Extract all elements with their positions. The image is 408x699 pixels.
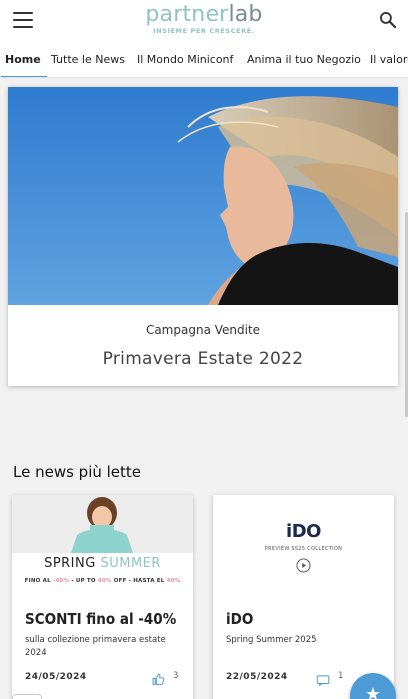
promo-banner: SPRING SUMMER FINO AL -40% - UP TO 40% O…	[12, 553, 193, 597]
tab-mondo-miniconf[interactable]: Il Mondo Miniconf	[137, 42, 233, 77]
news-title: iDO	[226, 610, 254, 628]
like-count: 3	[173, 671, 179, 681]
hero-title: Primavera Estate 2022	[102, 349, 304, 369]
app-header: partnerlab INSIEME PER CRESCERE.	[0, 0, 408, 42]
thumbs-up-icon[interactable]	[152, 673, 165, 686]
scroll-top-tab[interactable]	[12, 694, 42, 699]
comment-count: 1	[338, 671, 344, 681]
news-image: SPRING SUMMER FINO AL -40% - UP TO 40% O…	[12, 495, 193, 597]
hero-subtitle: Campagna Vendite	[145, 323, 261, 337]
star-icon: ★	[364, 684, 382, 699]
news-description: Spring Summer 2025	[226, 635, 317, 645]
tab-home[interactable]: Home	[1, 42, 47, 77]
menu-icon[interactable]	[13, 12, 33, 28]
search-icon[interactable]	[378, 10, 398, 30]
tab-il-valore[interactable]: Il valore	[370, 42, 408, 77]
category-tabs: Home Tutte le News Il Mondo Miniconf Ani…	[0, 42, 408, 78]
comment-icon[interactable]	[316, 675, 330, 686]
news-image: iDO PREVIEW SS25 COLLECTION	[213, 495, 394, 597]
news-title: SCONTI fino al -40%	[25, 610, 177, 628]
ido-logo: iDO	[286, 521, 321, 542]
news-description: sulla collezione primavera estate 2024	[25, 635, 166, 658]
play-icon[interactable]	[296, 558, 311, 573]
tab-tutte-le-news[interactable]: Tutte le News	[51, 42, 125, 77]
news-date: 24/05/2024	[25, 672, 87, 682]
news-card[interactable]: iDO PREVIEW SS25 COLLECTION iDO Spring S…	[213, 495, 394, 699]
hero-image	[8, 87, 398, 305]
tab-anima-negozio[interactable]: Anima il tuo Negozio	[247, 42, 361, 77]
hero-card[interactable]: Campagna Vendite Primavera Estate 2022	[8, 87, 398, 386]
news-card[interactable]: SPRING SUMMER FINO AL -40% - UP TO 40% O…	[12, 495, 193, 699]
partnerlab-logo[interactable]: partnerlab INSIEME PER CRESCERE.	[140, 3, 268, 39]
news-date: 22/05/2024	[226, 672, 288, 682]
section-title: Le news più lette	[13, 463, 142, 481]
